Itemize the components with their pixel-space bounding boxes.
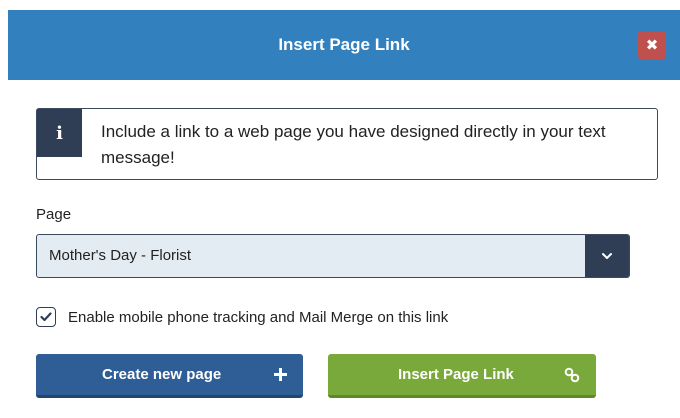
page-label: Page xyxy=(36,206,72,223)
tracking-checkbox[interactable] xyxy=(36,307,56,327)
create-new-page-button[interactable]: Create new page xyxy=(36,354,303,398)
insert-page-link-label: Insert Page Link xyxy=(398,366,514,383)
page-select[interactable]: Mother's Day - Florist xyxy=(36,234,630,278)
chevron-down-icon[interactable] xyxy=(585,235,629,277)
info-icon: i xyxy=(37,109,82,157)
tracking-label: Enable mobile phone tracking and Mail Me… xyxy=(68,308,449,326)
tracking-option: Enable mobile phone tracking and Mail Me… xyxy=(36,306,448,328)
info-box: i Include a link to a web page you have … xyxy=(36,108,658,180)
page-select-value: Mother's Day - Florist xyxy=(49,247,192,264)
link-icon xyxy=(564,354,580,395)
create-new-page-label: Create new page xyxy=(102,366,222,383)
plus-icon xyxy=(274,354,287,395)
dialog-title: Insert Page Link xyxy=(278,35,410,54)
close-icon: ✖ xyxy=(645,36,659,54)
checkmark-icon xyxy=(40,312,52,322)
close-button[interactable]: ✖ xyxy=(638,31,666,59)
insert-page-link-button[interactable]: Insert Page Link xyxy=(328,354,596,398)
info-message: Include a link to a web page you have de… xyxy=(101,122,606,167)
dialog-header: Insert Page Link xyxy=(8,10,680,80)
